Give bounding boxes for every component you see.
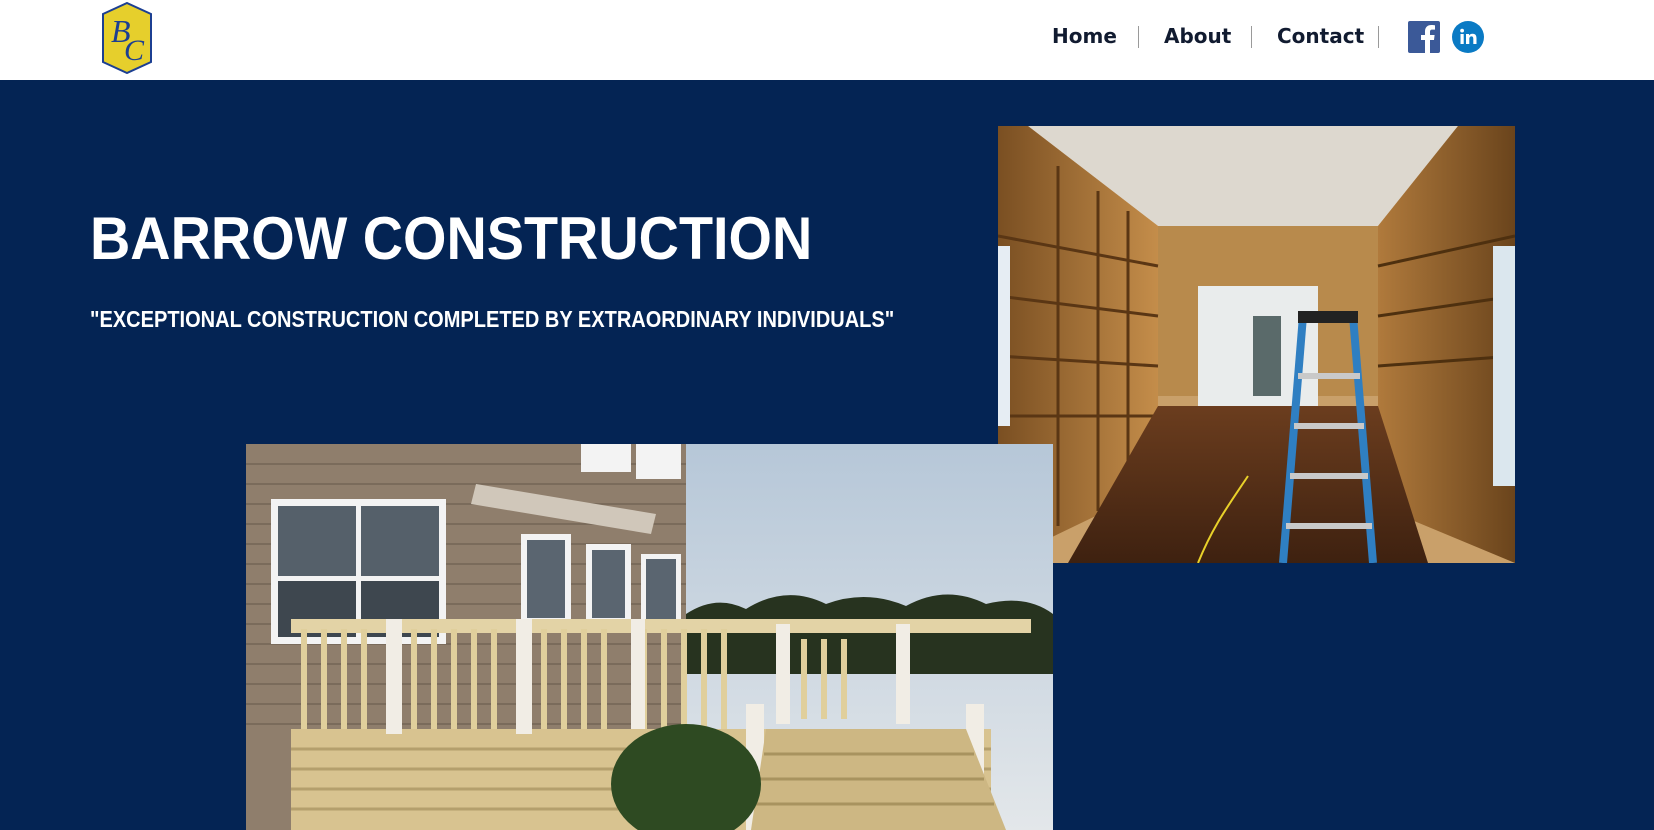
- site-header: B C Home About Contact: [0, 0, 1654, 80]
- interior-shelving-photo: [998, 126, 1515, 563]
- hero-title: BARROW CONSTRUCTION: [90, 205, 813, 272]
- nav-divider: [1378, 26, 1379, 48]
- facebook-icon[interactable]: [1408, 21, 1440, 53]
- nav-contact[interactable]: Contact: [1277, 24, 1364, 48]
- hero-tagline: "EXCEPTIONAL CONSTRUCTION COMPLETED BY E…: [90, 306, 895, 332]
- svg-text:C: C: [124, 34, 145, 67]
- nav-divider: [1138, 26, 1139, 48]
- deck-project-photo: [246, 444, 1053, 830]
- nav-divider: [1251, 26, 1252, 48]
- linkedin-icon[interactable]: [1452, 21, 1484, 53]
- nav-about[interactable]: About: [1164, 24, 1231, 48]
- nav-home[interactable]: Home: [1052, 24, 1117, 48]
- company-logo[interactable]: B C: [101, 1, 153, 75]
